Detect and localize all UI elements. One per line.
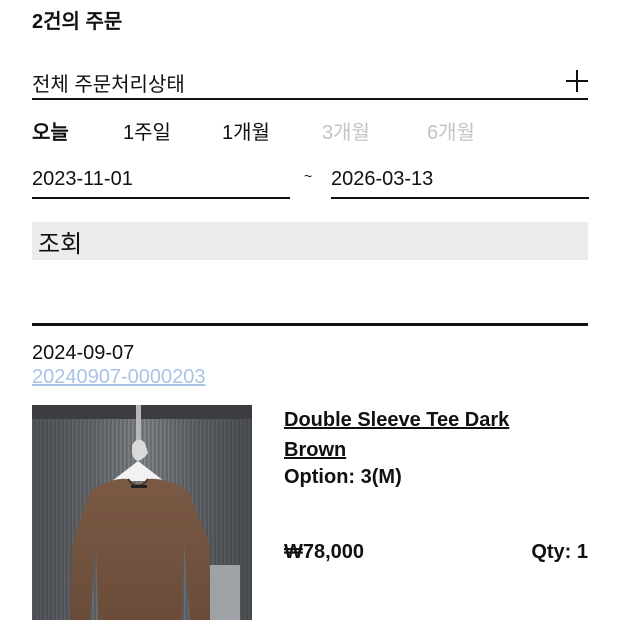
product-price: ₩78,000 <box>284 541 365 563</box>
period-tab-today[interactable]: 오늘 <box>32 116 69 145</box>
product-option: Option: 3(M) <box>284 466 402 488</box>
search-button[interactable]: 조회 <box>32 222 588 260</box>
product-qty: Qty: 1 <box>531 541 588 563</box>
period-tab-1month[interactable]: 1개월 <box>222 116 270 145</box>
date-range-separator: ~ <box>304 168 313 184</box>
product-name-link[interactable]: Double Sleeve Tee Dark Brown <box>284 405 574 465</box>
period-tab-6months: 6개월 <box>427 122 475 144</box>
period-tab-3months: 3개월 <box>322 122 370 144</box>
order-count-title: 2건의 주문 <box>32 11 123 33</box>
order-status-label: 전체 주문처리상태 <box>32 74 185 96</box>
start-date-field[interactable]: 2023-11-01 <box>32 166 290 199</box>
end-date-field[interactable]: 2026-03-13 <box>331 166 589 199</box>
list-divider <box>32 323 588 326</box>
order-number-link[interactable]: 20240907-0000203 <box>32 366 206 389</box>
period-tab-1week[interactable]: 1주일 <box>123 116 171 145</box>
order-status-select[interactable]: 전체 주문처리상태 <box>32 64 588 100</box>
product-image[interactable] <box>32 405 252 620</box>
plus-icon[interactable] <box>566 70 588 92</box>
order-date: 2024-09-07 <box>32 342 135 364</box>
